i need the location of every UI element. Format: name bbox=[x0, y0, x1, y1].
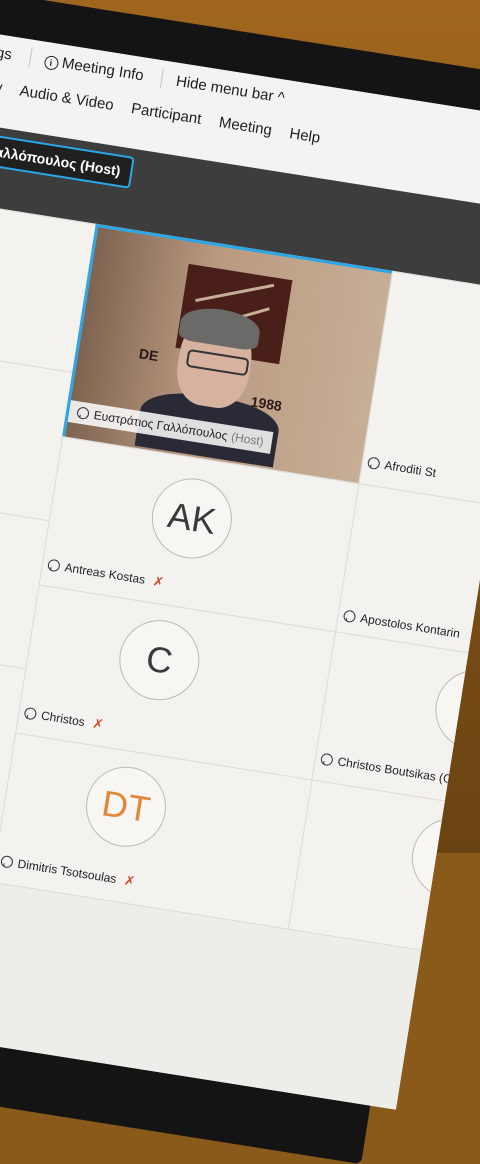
participant-name: Antreas Kostas bbox=[63, 560, 147, 587]
avatar: DT bbox=[80, 760, 172, 853]
participant-name-tag: Christos ✗ bbox=[23, 705, 105, 733]
menu-meeting[interactable]: Meeting bbox=[218, 114, 273, 139]
menu-help[interactable]: Help bbox=[288, 125, 321, 147]
avatar: AK bbox=[146, 472, 238, 565]
mic-muted-icon: ✗ bbox=[151, 573, 166, 590]
divider bbox=[159, 68, 165, 89]
mic-icon bbox=[46, 558, 61, 573]
mic-icon bbox=[76, 406, 90, 421]
hide-menu-bar-label: Hide menu bar bbox=[174, 72, 275, 105]
menu-audio-video[interactable]: Audio & Video bbox=[19, 82, 115, 114]
meeting-window: ings i Meeting Info Hide menu bar ^ ew Au… bbox=[0, 25, 480, 1110]
participant-name: Dimitris Tsotsoulas bbox=[16, 856, 118, 887]
mic-icon bbox=[342, 609, 357, 624]
logo-stripe bbox=[195, 283, 275, 303]
chevron-up-icon: ^ bbox=[276, 88, 286, 107]
info-icon: i bbox=[43, 54, 60, 71]
hide-menu-bar-button[interactable]: Hide menu bar ^ bbox=[175, 72, 286, 106]
participant-name-tag: Afroditi St bbox=[366, 455, 438, 481]
mic-icon bbox=[366, 456, 381, 471]
mic-icon bbox=[0, 854, 14, 869]
mic-icon bbox=[23, 706, 38, 721]
speaker-role: (Host) bbox=[230, 429, 265, 449]
participant-name-tag: Antreas Kostas ✗ bbox=[46, 557, 166, 591]
meeting-info-label: Meeting Info bbox=[60, 54, 146, 84]
menu-settings-partial[interactable]: ings bbox=[0, 42, 13, 63]
menu-participant[interactable]: Participant bbox=[130, 100, 203, 128]
participant-name: Afroditi St bbox=[383, 458, 438, 481]
meeting-info-button[interactable]: i Meeting Info bbox=[43, 51, 145, 84]
participant-name: Apostolos Kontarin bbox=[359, 611, 461, 641]
participant-name: Christos bbox=[40, 708, 86, 730]
menu-view-partial[interactable]: ew bbox=[0, 77, 3, 97]
mic-icon bbox=[319, 752, 334, 767]
participant-grid: DE 1988 Ευστράτιος Γαλλόπουλος (Host) AK… bbox=[0, 194, 480, 1110]
logo-text: DE bbox=[137, 345, 160, 365]
mic-muted-icon: ✗ bbox=[123, 872, 137, 889]
participant-name-tag: Dimitris Tsotsoulas ✗ bbox=[0, 853, 136, 890]
mic-muted-icon: ✗ bbox=[91, 715, 105, 733]
avatar: C bbox=[113, 614, 206, 706]
divider bbox=[27, 47, 33, 68]
